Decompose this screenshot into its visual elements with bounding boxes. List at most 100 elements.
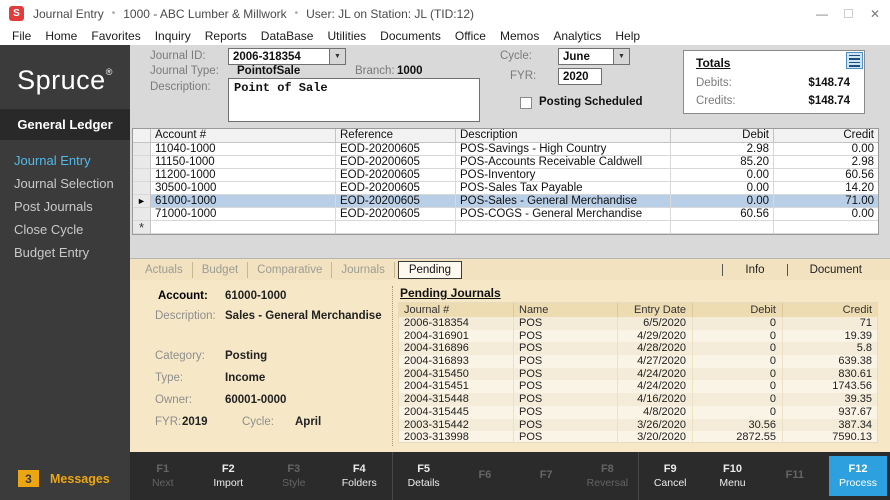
row-selector[interactable] [133, 182, 151, 195]
tab-comparative[interactable]: Comparative [248, 262, 332, 278]
sidebar-item-post-journals[interactable]: Post Journals [0, 195, 130, 218]
row-selector[interactable] [133, 143, 151, 156]
cell-description[interactable]: POS-Accounts Receivable Caldwell [456, 156, 671, 169]
tab-pending[interactable]: Pending [398, 261, 462, 279]
fkey-f5-details[interactable]: F5Details [393, 463, 454, 489]
row-selector[interactable] [133, 169, 151, 182]
tab-link-document[interactable]: Document [788, 264, 884, 276]
pending-row[interactable]: 2004-315451POS4/24/202001743.56 [399, 380, 877, 393]
cell-credit[interactable]: 0.00 [774, 143, 878, 156]
cell-account[interactable]: 71000-1000 [151, 208, 336, 221]
tab-budget[interactable]: Budget [193, 262, 248, 278]
table-row[interactable]: 11150-1000EOD-20200605POS-Accounts Recei… [133, 156, 878, 169]
menu-item-reports[interactable]: Reports [198, 29, 254, 43]
cell-reference[interactable]: EOD-20200605 [336, 143, 456, 156]
fyr-input[interactable]: 2020 [558, 68, 602, 85]
tab-actuals[interactable]: Actuals [136, 262, 193, 278]
table-row[interactable]: 71000-1000EOD-20200605POS-COGS - General… [133, 208, 878, 221]
journal-id-combo[interactable]: 2006-318354 ▼ [228, 48, 346, 65]
sidebar-item-journal-entry[interactable]: Journal Entry [0, 149, 130, 172]
journal-id-dropdown-icon[interactable]: ▼ [329, 49, 345, 64]
pending-row[interactable]: 2003-315442POS3/26/202030.56387.34 [399, 419, 877, 432]
pending-row[interactable]: 2006-318354POS6/5/2020071 [399, 317, 877, 330]
cell-credit[interactable]: 2.98 [774, 156, 878, 169]
cell-debit[interactable]: 2.98 [671, 143, 774, 156]
cell-account[interactable]: 11040-1000 [151, 143, 336, 156]
fkey-f9-cancel[interactable]: F9Cancel [639, 463, 701, 489]
totals-menu-icon[interactable] [846, 52, 863, 69]
cell-description[interactable]: POS-Sales Tax Payable [456, 182, 671, 195]
cell-debit[interactable]: 85.20 [671, 156, 774, 169]
menu-item-documents[interactable]: Documents [373, 29, 448, 43]
posting-scheduled-checkbox[interactable] [520, 97, 532, 109]
new-row[interactable]: * [133, 221, 878, 234]
cell-account[interactable]: 61000-1000 [151, 195, 336, 208]
tab-link-info[interactable]: Info [723, 264, 786, 276]
pending-row[interactable]: 2004-316893POS4/27/20200639.38 [399, 355, 877, 368]
cycle-combo[interactable]: June ▼ [558, 48, 630, 65]
pending-row[interactable]: 2004-316896POS4/28/202005.8 [399, 342, 877, 355]
cell-debit[interactable]: 60.56 [671, 208, 774, 221]
cell-reference[interactable]: EOD-20200605 [336, 156, 456, 169]
menu-item-favorites[interactable]: Favorites [84, 29, 147, 43]
tab-journals[interactable]: Journals [332, 262, 394, 278]
messages-count-badge[interactable]: 3 [18, 470, 39, 487]
menu-item-file[interactable]: File [5, 29, 38, 43]
empty-cell[interactable] [774, 221, 878, 234]
menu-item-home[interactable]: Home [38, 29, 84, 43]
menu-item-office[interactable]: Office [448, 29, 493, 43]
cell-reference[interactable]: EOD-20200605 [336, 169, 456, 182]
panel-splitter[interactable] [392, 286, 393, 446]
cell-description[interactable]: POS-Savings - High Country [456, 143, 671, 156]
messages-indicator[interactable]: 3 Messages [18, 470, 110, 487]
cell-debit[interactable]: 0.00 [671, 182, 774, 195]
pending-row[interactable]: 2004-315450POS4/24/20200830.61 [399, 368, 877, 381]
cell-description[interactable]: POS-Inventory [456, 169, 671, 182]
cell-credit[interactable]: 60.56 [774, 169, 878, 182]
cell-description[interactable]: POS-Sales - General Merchandise [456, 195, 671, 208]
row-selector[interactable]: ► [133, 195, 151, 208]
empty-cell[interactable] [336, 221, 456, 234]
cell-credit[interactable]: 14.20 [774, 182, 878, 195]
table-row[interactable]: 11040-1000EOD-20200605POS-Savings - High… [133, 143, 878, 156]
cycle-dropdown-icon[interactable]: ▼ [613, 49, 629, 64]
menu-item-memos[interactable]: Memos [493, 29, 546, 43]
menu-item-utilities[interactable]: Utilities [320, 29, 373, 43]
empty-cell[interactable] [151, 221, 336, 234]
menu-item-analytics[interactable]: Analytics [546, 29, 608, 43]
cell-credit[interactable]: 0.00 [774, 208, 878, 221]
cell-reference[interactable]: EOD-20200605 [336, 182, 456, 195]
row-selector[interactable] [133, 208, 151, 221]
sidebar-item-budget-entry[interactable]: Budget Entry [0, 241, 130, 264]
fkey-f10-menu[interactable]: F10Menu [701, 463, 763, 489]
description-input[interactable]: Point of Sale [228, 78, 480, 122]
cell-reference[interactable]: EOD-20200605 [336, 195, 456, 208]
pending-row[interactable]: 2004-316901POS4/29/2020019.39 [399, 330, 877, 343]
table-row[interactable]: ►61000-1000EOD-20200605POS-Sales - Gener… [133, 195, 878, 208]
cell-debit[interactable]: 0.00 [671, 169, 774, 182]
cell-reference[interactable]: EOD-20200605 [336, 208, 456, 221]
cell-debit[interactable]: 0.00 [671, 195, 774, 208]
cell-account[interactable]: 11200-1000 [151, 169, 336, 182]
menu-item-inquiry[interactable]: Inquiry [148, 29, 198, 43]
cell-credit[interactable]: 71.00 [774, 195, 878, 208]
pending-row[interactable]: 2004-315448POS4/16/2020039.35 [399, 393, 877, 406]
table-row[interactable]: 30500-1000EOD-20200605POS-Sales Tax Paya… [133, 182, 878, 195]
cell-account[interactable]: 30500-1000 [151, 182, 336, 195]
menu-item-database[interactable]: DataBase [254, 29, 321, 43]
fkey-f12-process[interactable]: F12Process [829, 456, 887, 496]
row-selector[interactable] [133, 156, 151, 169]
cell-description[interactable]: POS-COGS - General Merchandise [456, 208, 671, 221]
table-row[interactable]: 11200-1000EOD-20200605POS-Inventory0.006… [133, 169, 878, 182]
maximize-icon[interactable] [844, 9, 853, 18]
sidebar-item-close-cycle[interactable]: Close Cycle [0, 218, 130, 241]
minimize-icon[interactable]: — [815, 7, 829, 21]
pending-row[interactable]: 2004-315445POS4/8/20200937.67 [399, 406, 877, 419]
close-icon[interactable]: ✕ [868, 7, 882, 21]
empty-cell[interactable] [456, 221, 671, 234]
cell-account[interactable]: 11150-1000 [151, 156, 336, 169]
fkey-f4-folders[interactable]: F4Folders [327, 463, 393, 489]
menu-item-help[interactable]: Help [608, 29, 647, 43]
pending-row[interactable]: 2003-313998POS3/20/20202872.557590.13 [399, 431, 877, 444]
sidebar-item-journal-selection[interactable]: Journal Selection [0, 172, 130, 195]
